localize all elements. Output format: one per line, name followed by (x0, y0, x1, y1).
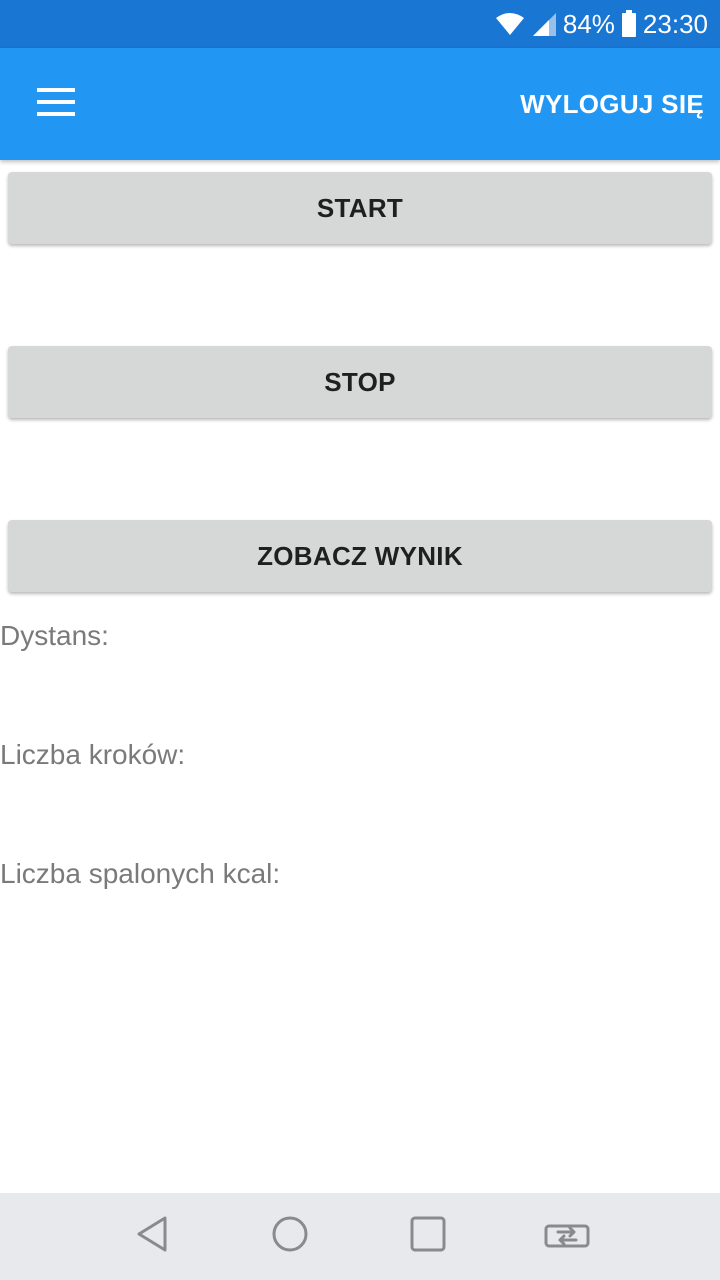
app-toolbar: WYLOGUJ SIĘ (0, 48, 720, 160)
home-icon (271, 1215, 309, 1258)
status-bar: 84% 23:30 (0, 0, 720, 48)
clock-time: 23:30 (642, 8, 708, 39)
logout-button[interactable]: WYLOGUJ SIĘ (520, 76, 704, 132)
stop-button[interactable]: STOP (8, 346, 712, 418)
show-result-button[interactable]: ZOBACZ WYNIK (8, 520, 712, 592)
hamburger-menu-icon (37, 87, 75, 121)
signal-icon (531, 11, 557, 37)
distance-label: Dystans: (0, 620, 109, 651)
back-icon (135, 1215, 169, 1258)
battery-percent: 84% (562, 8, 615, 39)
recent-apps-icon (409, 1215, 447, 1258)
start-button[interactable]: START (8, 172, 712, 244)
kcal-label: Liczba spalonych kcal: (0, 858, 281, 889)
switch-apps-button[interactable] (527, 1193, 607, 1280)
recent-apps-button[interactable] (388, 1193, 468, 1280)
wifi-icon (495, 12, 525, 36)
menu-button[interactable] (24, 76, 88, 132)
back-button[interactable] (112, 1193, 192, 1280)
switch-apps-icon (544, 1218, 590, 1255)
home-button[interactable] (250, 1193, 330, 1280)
battery-icon (621, 10, 637, 38)
steps-label: Liczba kroków: (0, 739, 186, 770)
navigation-bar (0, 1193, 720, 1280)
